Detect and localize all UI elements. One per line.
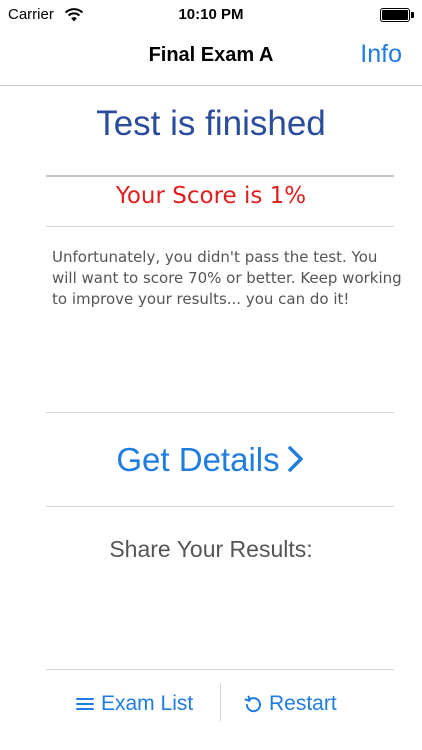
restart-label: Restart — [269, 692, 337, 715]
result-message: Unfortunately, you didn't pass the test.… — [52, 248, 402, 308]
toolbar-separator — [220, 683, 221, 721]
status-time: 10:10 PM — [178, 6, 244, 23]
battery-icon — [380, 8, 414, 22]
exam-list-label: Exam List — [101, 692, 194, 715]
score-label: Your Score is 1% — [115, 183, 307, 209]
chevron-right-icon — [287, 446, 303, 472]
restart-button[interactable]: Restart — [243, 689, 337, 719]
result-heading: Test is finished — [96, 104, 326, 143]
status-bar: Carrier 10:10 PM — [0, 0, 422, 30]
get-details-label: Get Details — [116, 441, 280, 478]
restart-icon — [244, 695, 261, 713]
navigation-bar: Final Exam A Info — [0, 30, 422, 86]
divider — [46, 226, 394, 227]
exam-list-button[interactable]: Exam List — [75, 689, 193, 719]
toolbar-top-divider — [46, 669, 394, 670]
info-button[interactable]: Info — [360, 40, 402, 69]
divider — [46, 175, 394, 177]
divider — [46, 506, 394, 507]
divider — [46, 412, 394, 413]
get-details-button[interactable]: Get Details — [0, 441, 422, 479]
share-results-label: Share Your Results: — [109, 536, 313, 562]
list-icon — [76, 698, 94, 710]
page-title: Final Exam A — [148, 44, 274, 66]
